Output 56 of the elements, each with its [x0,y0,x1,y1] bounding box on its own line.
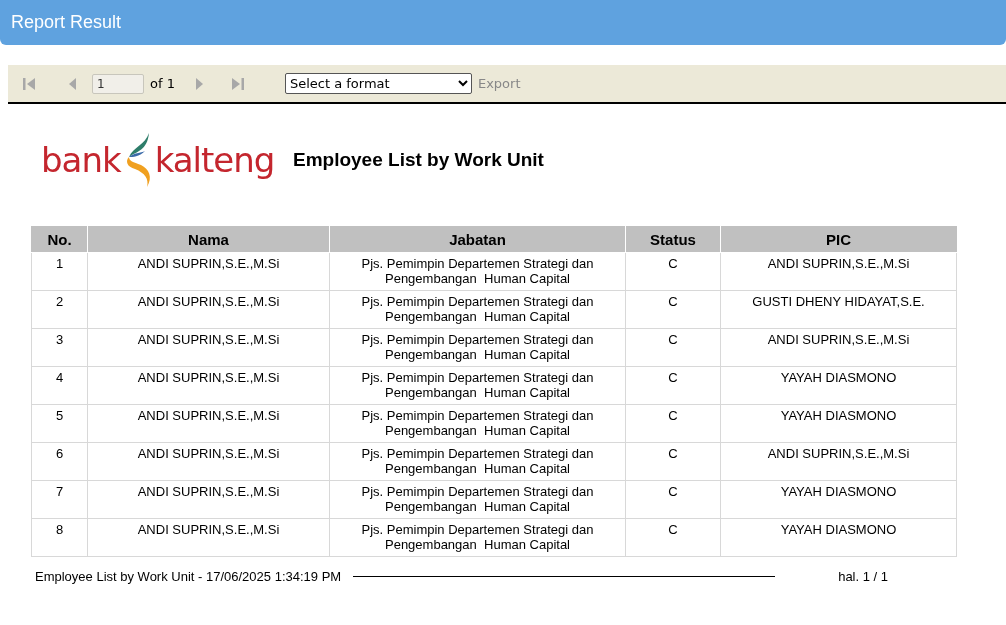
logo-text: kalteng [154,143,275,177]
page-count: of 1 [150,76,175,91]
table-cell: 6 [31,442,88,481]
table-cell: Pjs. Pemimpin Departemen Strategi dan Pengembangan Human Capital [329,442,626,481]
table-cell: YAYAH DIASMONO [720,366,957,405]
table-cell: ANDI SUPRIN,S.E.,M.Si [720,328,957,367]
table-cell: ANDI SUPRIN,S.E.,M.Si [87,366,330,405]
table-cell: 4 [31,366,88,405]
table-cell: C [625,366,721,405]
table-cell: ANDI SUPRIN,S.E.,M.Si [87,404,330,443]
column-header: Status [625,226,721,253]
table-cell: ANDI SUPRIN,S.E.,M.Si [87,480,330,519]
table-cell: YAYAH DIASMONO [720,404,957,443]
table-cell: C [625,328,721,367]
table-cell: ANDI SUPRIN,S.E.,M.Si [720,442,957,481]
column-header: Nama [87,226,330,253]
table-cell: 3 [31,328,88,367]
last-page-button[interactable] [230,75,245,92]
logo-text: bank [41,143,121,177]
page-indicator: hal. 1 / 1 [838,569,889,584]
table-cell: ANDI SUPRIN,S.E.,M.Si [720,252,957,291]
table-cell: 7 [31,480,88,519]
column-header: PIC [720,226,957,253]
table-cell: Pjs. Pemimpin Departemen Strategi dan Pengembangan Human Capital [329,252,626,291]
table-cell: Pjs. Pemimpin Departemen Strategi dan Pengembangan Human Capital [329,518,626,557]
table-cell: C [625,252,721,291]
column-header: No. [31,226,88,253]
column-header: Jabatan [329,226,626,253]
table-cell: C [625,480,721,519]
table-cell: ANDI SUPRIN,S.E.,M.Si [87,518,330,557]
report-footer-text: Employee List by Work Unit - 17/06/2025 1:34:19 PM [35,569,342,584]
table-cell: YAYAH DIASMONO [720,518,957,557]
table-cell: Pjs. Pemimpin Departemen Strategi dan Pengembangan Human Capital [329,480,626,519]
table-cell: Pjs. Pemimpin Departemen Strategi dan Pengembangan Human Capital [329,366,626,405]
table-cell: 5 [31,404,88,443]
table-cell: 1 [31,252,88,291]
table-cell: C [625,518,721,557]
table-cell: YAYAH DIASMONO [720,480,957,519]
first-page-button[interactable] [22,75,36,92]
table-cell: GUSTI DHENY HIDAYAT,S.E. [720,290,957,329]
table-cell: 2 [31,290,88,329]
table-cell: C [625,290,721,329]
table-cell: C [625,404,721,443]
table-cell: ANDI SUPRIN,S.E.,M.Si [87,442,330,481]
table-cell: C [625,442,721,481]
page-title: Report Result [11,12,122,33]
table-cell: ANDI SUPRIN,S.E.,M.Si [87,328,330,367]
page-number-field[interactable]: 1 [92,73,144,94]
table-cell: 8 [31,518,88,557]
table-cell: Pjs. Pemimpin Departemen Strategi dan Pengembangan Human Capital [329,290,626,329]
report-title: Employee List by Work Unit [293,149,544,171]
format-select[interactable]: Select a format [284,73,472,94]
table-cell: Pjs. Pemimpin Departemen Strategi dan Pengembangan Human Capital [329,404,626,443]
table-cell: ANDI SUPRIN,S.E.,M.Si [87,290,330,329]
table-cell: ANDI SUPRIN,S.E.,M.Si [87,252,330,291]
table-cell: Pjs. Pemimpin Departemen Strategi dan Pengembangan Human Capital [329,328,626,367]
